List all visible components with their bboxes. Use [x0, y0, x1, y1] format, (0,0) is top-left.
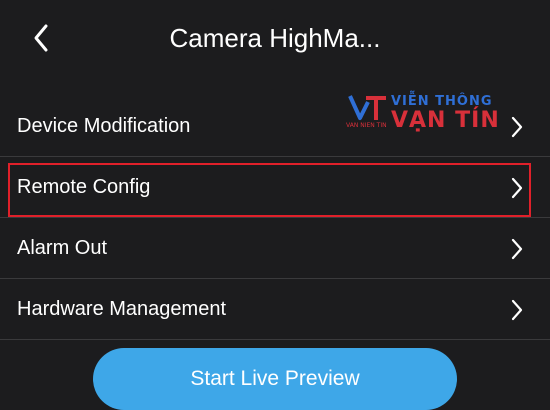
- menu-item-alarm-out[interactable]: Alarm Out: [0, 218, 550, 279]
- start-live-preview-button[interactable]: Start Live Preview: [93, 348, 457, 410]
- menu-item-label: Alarm Out: [17, 237, 108, 259]
- page-title: Camera HighMa...: [169, 23, 381, 53]
- menu-item-device-modification[interactable]: Device Modification: [0, 96, 550, 157]
- header-bar: Camera HighMa...: [0, 0, 550, 78]
- menu-item-label: Device Modification: [17, 115, 191, 137]
- menu-item-label: Remote Config: [17, 176, 151, 198]
- menu-item-hardware-management[interactable]: Hardware Management: [0, 279, 550, 340]
- chevron-left-icon: [34, 24, 48, 52]
- chevron-right-icon: [510, 176, 524, 200]
- back-button[interactable]: [22, 18, 62, 58]
- menu-item-remote-config[interactable]: Remote Config: [0, 157, 550, 218]
- chevron-right-icon: [510, 298, 524, 322]
- chevron-right-icon: [510, 237, 524, 261]
- chevron-right-icon: [510, 115, 524, 139]
- menu-item-label: Hardware Management: [17, 298, 226, 320]
- settings-menu: Device Modification Remote Config Alarm …: [0, 96, 550, 340]
